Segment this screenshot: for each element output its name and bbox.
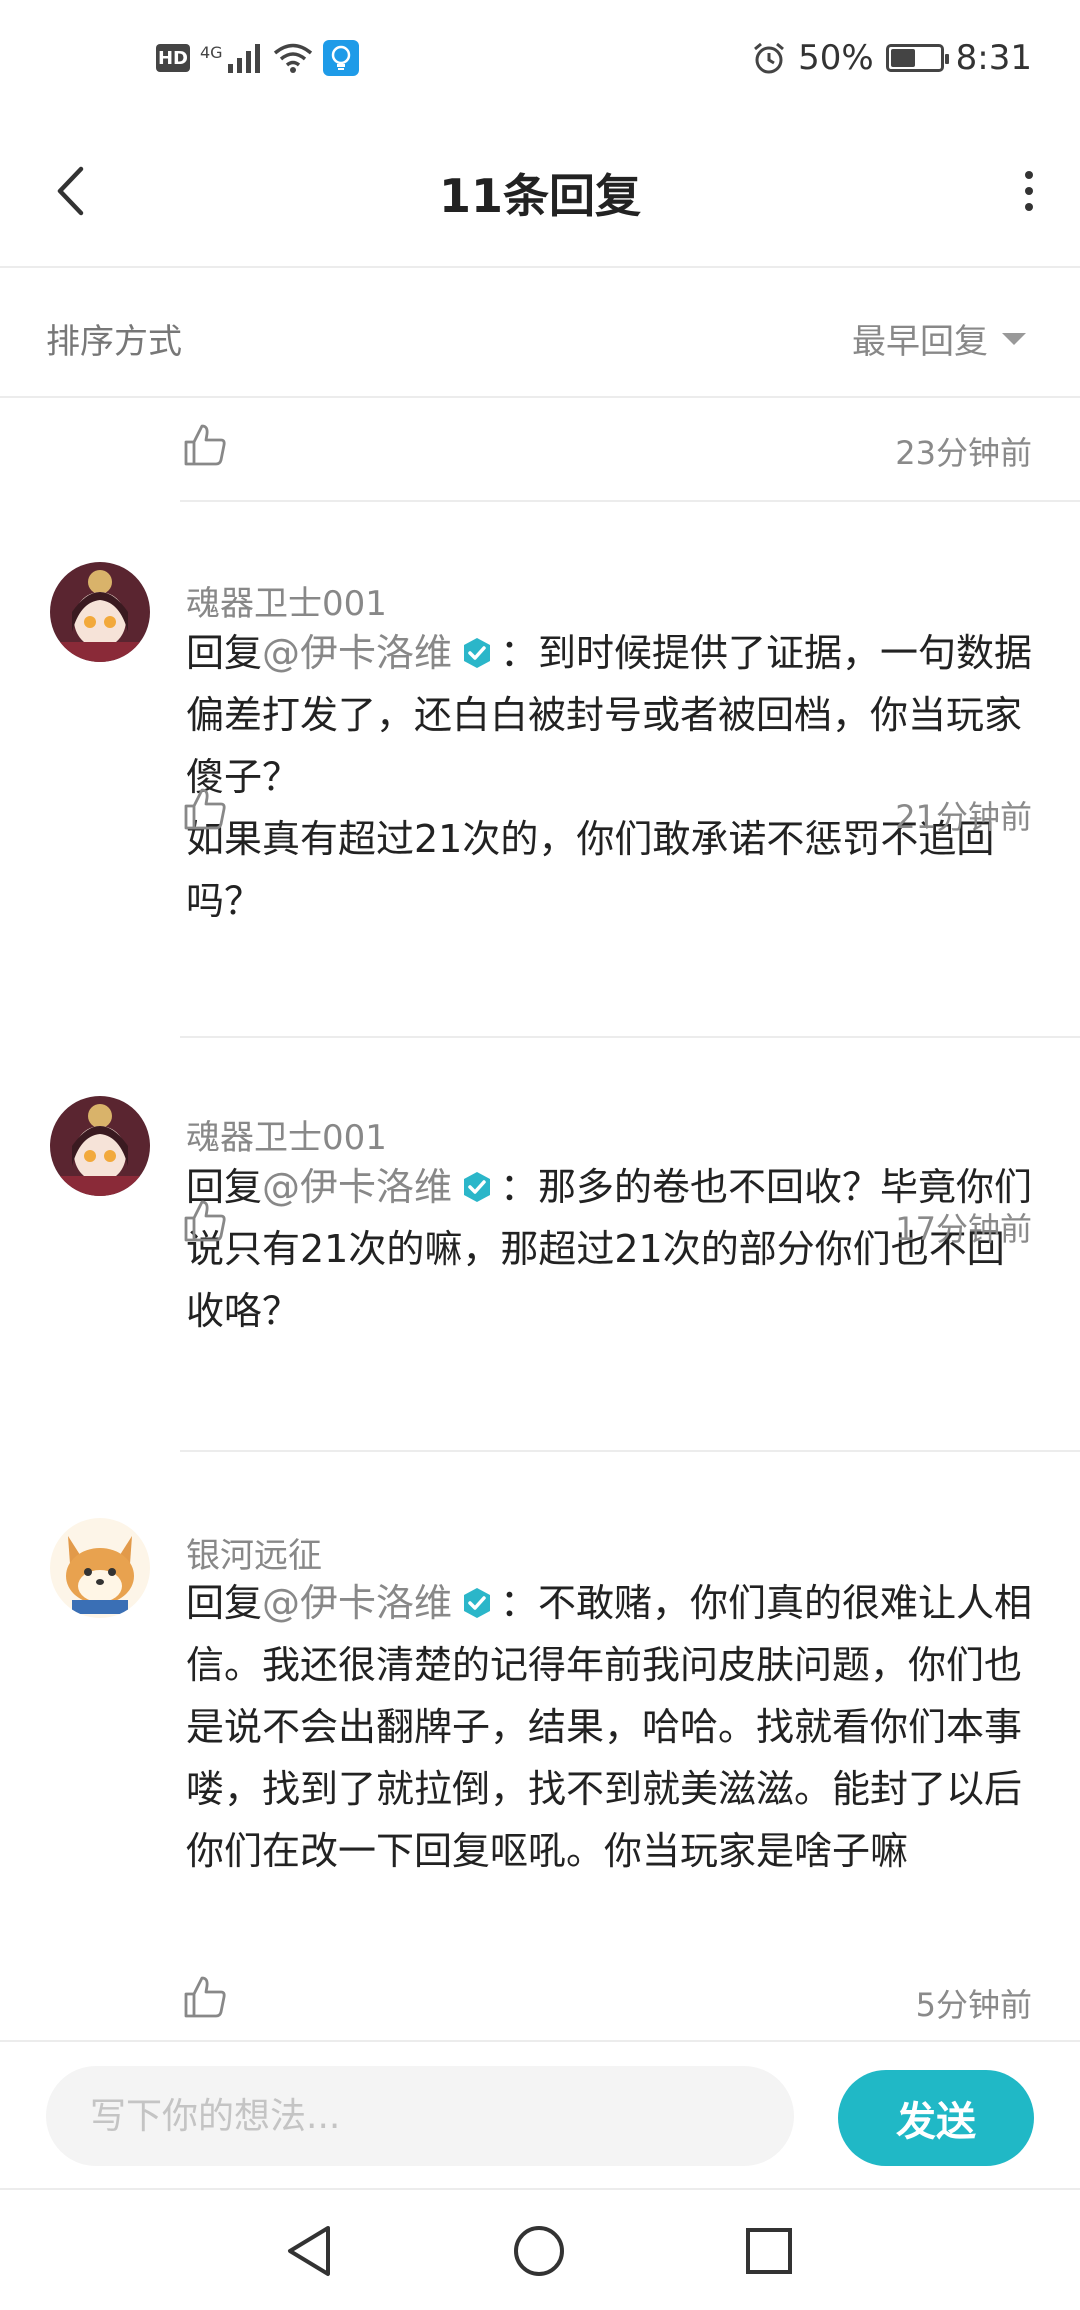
comment-time: 17分钟前 — [895, 1210, 1032, 1248]
triangle-back-icon — [288, 2226, 330, 2276]
avatar[interactable] — [50, 1096, 150, 1196]
wifi-icon — [273, 43, 312, 73]
like-button[interactable] — [182, 1974, 230, 2024]
avatar[interactable] — [50, 562, 150, 662]
shiba-dog-avatar-image — [50, 1518, 150, 1618]
status-right-icons: 50% 8:31 — [752, 38, 1032, 78]
avatar[interactable] — [50, 1518, 150, 1618]
like-button[interactable] — [182, 1198, 230, 1248]
more-dot-icon — [1025, 171, 1033, 179]
reply-prefix: 回复 — [186, 631, 263, 675]
thumbs-up-icon — [184, 1976, 226, 2018]
like-button[interactable] — [182, 422, 230, 472]
divider — [180, 1036, 1080, 1038]
comment-actions: 5分钟前 — [182, 1974, 1032, 2034]
thumbs-up-icon — [184, 424, 226, 466]
reply-list[interactable]: 23分钟前 魂器卫士001 回复@伊卡洛维 ：到时候提供了证据，一句数据偏差打发了… — [0, 400, 1080, 2040]
reply-input-bar: 发送 — [0, 2040, 1080, 2190]
more-dot-icon — [1025, 187, 1033, 195]
more-dot-icon — [1025, 203, 1033, 211]
username[interactable]: 银河远征 — [186, 1528, 322, 1577]
send-button[interactable]: 发送 — [838, 2070, 1034, 2166]
battery-percentage: 50% — [798, 38, 874, 78]
status-left-icons: HD 4G — [156, 40, 359, 76]
caret-down-icon — [1002, 332, 1026, 345]
alarm-clock-icon — [754, 42, 785, 74]
mention-link[interactable]: @伊卡洛维 — [262, 1581, 452, 1625]
like-button[interactable] — [182, 786, 230, 836]
comment-time: 5分钟前 — [915, 1986, 1032, 2024]
comment-text: 回复@伊卡洛维 ：到时候提供了证据，一句数据偏差打发了，还白白被封号或者被回档，你… — [186, 622, 1036, 932]
comment-time: 21分钟前 — [895, 798, 1032, 836]
username[interactable]: 魂器卫士001 — [186, 576, 387, 625]
clock-time: 8:31 — [955, 38, 1032, 78]
status-bar: HD 4G 50% 8:31 — [0, 0, 1080, 120]
comment-actions: 21分钟前 — [182, 786, 1032, 846]
square-recents-icon — [746, 2228, 792, 2274]
system-navigation-bar — [0, 2192, 1080, 2310]
anime-girl-avatar-image — [50, 1096, 150, 1196]
sort-label: 排序方式 — [46, 322, 182, 362]
battery-fill — [890, 49, 915, 67]
reply-input[interactable] — [46, 2066, 794, 2166]
lightbulb-notification-icon — [322, 40, 359, 76]
sort-bar: 排序方式 最早回复 — [0, 270, 1080, 398]
verified-badge-icon — [464, 637, 491, 668]
hd-badge: HD — [156, 44, 190, 72]
verified-badge-icon — [464, 1587, 491, 1618]
comment-actions: 17分钟前 — [182, 1198, 1032, 1258]
cellular-signal-icon — [227, 44, 260, 73]
network-type-label: 4G — [200, 42, 223, 62]
sort-order-dropdown[interactable]: 最早回复 — [852, 314, 1026, 363]
reply-prefix: 回复 — [186, 1581, 263, 1625]
username[interactable]: 魂器卫士001 — [186, 1110, 387, 1159]
page-title: 11条回复 — [438, 169, 641, 223]
app-header: 11条回复 — [0, 120, 1080, 268]
more-options-button[interactable] — [1004, 156, 1054, 226]
nav-recents-button[interactable] — [734, 2216, 804, 2286]
nav-back-button[interactable] — [274, 2216, 344, 2286]
comment-text: 回复@伊卡洛维 ：不敢赌，你们真的很难让人相信。我还很清楚的记得年前我问皮肤问题，… — [186, 1572, 1036, 1882]
battery-icon — [885, 44, 949, 72]
divider — [180, 500, 1080, 502]
divider — [180, 1450, 1080, 1452]
sort-selected-value: 最早回复 — [852, 322, 988, 362]
nav-home-button[interactable] — [504, 2216, 574, 2286]
thumbs-up-icon — [184, 1200, 226, 1242]
mention-link[interactable]: @伊卡洛维 — [262, 631, 452, 675]
circle-home-icon — [514, 2226, 564, 2276]
anime-girl-avatar-image — [50, 562, 150, 662]
comment-time: 23分钟前 — [895, 434, 1032, 472]
thumbs-up-icon — [184, 788, 226, 830]
comment-actions: 23分钟前 — [182, 422, 1032, 482]
